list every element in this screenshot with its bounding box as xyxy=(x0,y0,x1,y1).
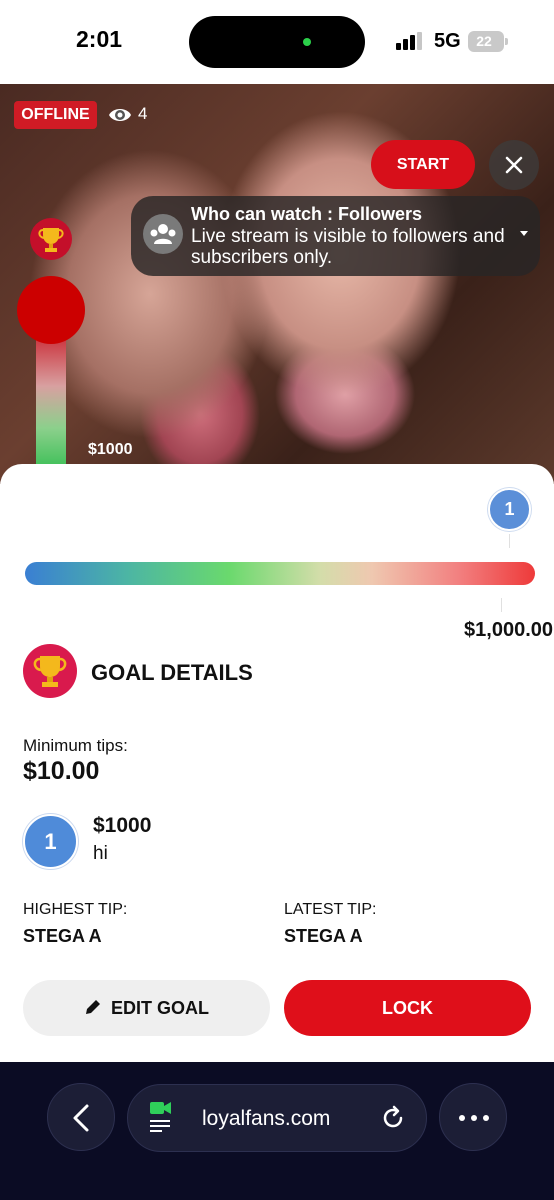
reload-icon[interactable] xyxy=(380,1105,406,1131)
status-badge: OFFLINE xyxy=(14,101,97,129)
goal-thermometer-bulb xyxy=(17,276,85,344)
address-bar[interactable]: loyalfans.com xyxy=(127,1084,427,1152)
start-button[interactable]: START xyxy=(371,140,475,189)
battery-icon: 22 xyxy=(468,31,508,52)
goal-progress-bar xyxy=(25,562,535,585)
visibility-selector[interactable]: Who can watch : Followers Live stream is… xyxy=(131,196,540,276)
tip-amount: $1000 xyxy=(93,814,152,837)
goal-thermometer-tube xyxy=(36,330,66,470)
edit-goal-button[interactable]: EDIT GOAL xyxy=(23,980,270,1036)
min-tips-value: $10.00 xyxy=(23,757,100,785)
back-button[interactable] xyxy=(47,1083,115,1151)
goal-heading: GOAL DETAILS xyxy=(91,660,253,685)
video-preview[interactable] xyxy=(0,84,554,484)
marker-tick xyxy=(501,598,502,612)
goal-amount: $1,000.00 xyxy=(464,619,553,641)
highest-tip-label: HIGHEST TIP: xyxy=(23,901,128,918)
progress-marker: 1 xyxy=(488,488,531,531)
camera-indicator xyxy=(303,38,311,46)
latest-tip-label: LATEST TIP: xyxy=(284,901,377,918)
highest-tip-value: STEGA A xyxy=(23,926,102,946)
marker-tick xyxy=(509,534,510,548)
trophy-icon xyxy=(23,644,77,698)
trophy-icon xyxy=(30,218,72,260)
thermometer-goal-label: $1000 xyxy=(88,441,133,458)
chevron-down-icon xyxy=(520,231,528,236)
more-button[interactable] xyxy=(439,1083,507,1151)
edit-goal-label: EDIT GOAL xyxy=(111,998,209,1018)
eye-icon xyxy=(109,109,131,121)
viewer-count: 4 xyxy=(138,104,148,123)
battery-level: 22 xyxy=(476,33,492,49)
pencil-icon xyxy=(86,1000,100,1014)
close-icon xyxy=(505,156,523,174)
lock-button[interactable]: LOCK xyxy=(284,980,531,1036)
video-site-icon xyxy=(150,1102,171,1132)
status-time: 2:01 xyxy=(76,26,123,52)
visibility-description: Live stream is visible to followers and … xyxy=(191,226,505,268)
browser-toolbar: loyalfans.com xyxy=(0,1062,554,1200)
url-text: loyalfans.com xyxy=(202,1107,331,1130)
status-bar: 2:01 5G 22 xyxy=(0,0,554,84)
more-icon xyxy=(459,1115,489,1121)
close-button[interactable] xyxy=(489,140,539,190)
tip-message: hi xyxy=(93,843,108,864)
visibility-title: Who can watch : Followers xyxy=(191,204,423,224)
signal-icon xyxy=(396,32,426,50)
latest-tip-value: STEGA A xyxy=(284,926,363,946)
lock-label: LOCK xyxy=(382,998,433,1018)
group-icon xyxy=(143,214,183,254)
back-icon xyxy=(73,1104,89,1132)
tip-number-badge: 1 xyxy=(23,814,78,869)
network-label: 5G xyxy=(434,30,461,52)
min-tips-label: Minimum tips: xyxy=(23,736,128,755)
dynamic-island xyxy=(189,16,365,68)
